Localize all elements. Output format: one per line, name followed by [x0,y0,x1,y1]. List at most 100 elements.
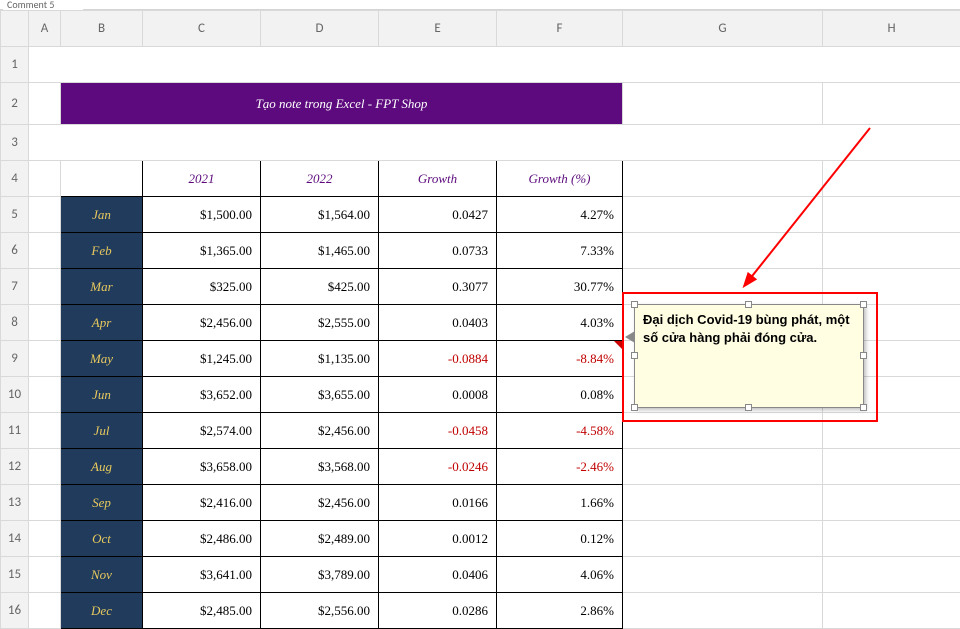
grid-row[interactable]: 7Mar$325.00$425.000.307730.77% [1,269,960,305]
cell[interactable] [823,269,960,305]
value-2022[interactable]: $2,489.00 [261,521,379,557]
value-growth[interactable]: 0.0733 [379,233,497,269]
value-2022[interactable]: $1,564.00 [261,197,379,233]
cell[interactable] [623,413,823,449]
value-2022[interactable]: $2,555.00 [261,305,379,341]
value-growth[interactable]: 0.0427 [379,197,497,233]
value-growth-pct[interactable]: 0.12% [497,521,623,557]
value-2022[interactable]: $425.00 [261,269,379,305]
resize-handle[interactable] [860,404,867,411]
cell[interactable] [623,521,823,557]
cell[interactable] [29,233,61,269]
month-cell[interactable]: Oct [61,521,143,557]
month-cell[interactable]: Jun [61,377,143,413]
value-growth[interactable]: 0.0012 [379,521,497,557]
row-header[interactable]: 14 [1,521,29,557]
value-growth[interactable]: 0.3077 [379,269,497,305]
row-header[interactable]: 13 [1,485,29,521]
value-2021[interactable]: $2,416.00 [143,485,261,521]
col-header[interactable]: F [497,11,623,47]
resize-handle[interactable] [631,301,638,308]
row-header[interactable]: 12 [1,449,29,485]
value-2021[interactable]: $2,486.00 [143,521,261,557]
col-header[interactable]: C [143,11,261,47]
cell[interactable] [29,521,61,557]
resize-handle[interactable] [860,352,867,359]
value-growth-pct[interactable]: -4.58% [497,413,623,449]
cell[interactable] [823,449,960,485]
value-growth-pct[interactable]: 0.08% [497,377,623,413]
grid-row[interactable]: 16Dec$2,485.00$2,556.000.02862.86% [1,593,960,629]
row-header[interactable]: 11 [1,413,29,449]
value-2022[interactable]: $1,135.00 [261,341,379,377]
month-cell[interactable]: Apr [61,305,143,341]
grid-row[interactable]: 11 Jul$2,574.00$2,456.00-0.0458-4.58% [1,413,960,449]
value-growth-pct[interactable]: -8.84% [497,341,623,377]
cell[interactable] [823,485,960,521]
cell[interactable] [29,125,960,161]
row-header[interactable]: 16 [1,593,29,629]
month-cell[interactable]: Dec [61,593,143,629]
cell[interactable] [29,593,61,629]
table-header-growth-pct[interactable]: Growth (%) [497,161,623,197]
cell[interactable] [623,197,823,233]
cell[interactable] [29,83,61,125]
value-growth[interactable]: 0.0403 [379,305,497,341]
cell[interactable] [29,449,61,485]
grid-row[interactable]: 3 [1,125,960,161]
resize-handle[interactable] [745,301,752,308]
cell[interactable] [29,485,61,521]
row-header[interactable]: 3 [1,125,29,161]
cell[interactable] [29,269,61,305]
value-growth-pct[interactable]: 1.66% [497,485,623,521]
grid-row[interactable]: 14 Oct$2,486.00$2,489.000.00120.12% [1,521,960,557]
col-header[interactable]: G [623,11,823,47]
cell[interactable] [29,161,61,197]
row-header[interactable]: 9 [1,341,29,377]
grid-row[interactable]: 5Jan$1,500.00$1,564.000.04274.27% [1,197,960,233]
value-2021[interactable]: $1,500.00 [143,197,261,233]
cell-comment-note[interactable]: Đại dịch Covid-19 bùng phát, một số cửa … [634,304,864,408]
value-2022[interactable]: $3,568.00 [261,449,379,485]
value-2022[interactable]: $2,456.00 [261,485,379,521]
value-2021[interactable]: $3,641.00 [143,557,261,593]
table-header-2022[interactable]: 2022 [261,161,379,197]
value-growth-pct[interactable]: 4.03% [497,305,623,341]
row-header[interactable]: 8 [1,305,29,341]
cell[interactable] [623,449,823,485]
value-2022[interactable]: $2,456.00 [261,413,379,449]
value-2021[interactable]: $1,365.00 [143,233,261,269]
grid-row[interactable]: 1 [1,47,960,83]
grid-row[interactable]: 2Tạo note trong Excel - FPT Shop [1,83,960,125]
row-header[interactable]: 7 [1,269,29,305]
grid-row[interactable]: 15Nov$3,641.00$3,789.000.04064.06% [1,557,960,593]
cell[interactable] [29,197,61,233]
row-header[interactable]: 15 [1,557,29,593]
value-growth-pct[interactable]: 7.33% [497,233,623,269]
month-cell[interactable]: Jul [61,413,143,449]
value-2022[interactable]: $3,655.00 [261,377,379,413]
col-header[interactable]: A [29,11,61,47]
cell[interactable] [823,83,960,125]
value-growth[interactable]: -0.0458 [379,413,497,449]
value-2021[interactable]: $2,574.00 [143,413,261,449]
cell[interactable] [29,557,61,593]
grid-row[interactable]: 12Aug$3,658.00$3,568.00-0.0246-2.46% [1,449,960,485]
resize-handle[interactable] [860,301,867,308]
row-header[interactable]: 1 [1,47,29,83]
grid-row[interactable]: 6Feb$1,365.00$1,465.000.07337.33% [1,233,960,269]
cell[interactable] [623,83,823,125]
col-header[interactable]: D [261,11,379,47]
cell[interactable] [61,161,143,197]
value-growth-pct[interactable]: 4.27% [497,197,623,233]
cell[interactable] [623,233,823,269]
value-2022[interactable]: $3,789.00 [261,557,379,593]
value-2021[interactable]: $2,456.00 [143,305,261,341]
cell[interactable] [29,341,61,377]
cell[interactable] [823,557,960,593]
cell[interactable] [29,47,960,83]
row-header[interactable]: 5 [1,197,29,233]
value-2021[interactable]: $325.00 [143,269,261,305]
value-growth-pct[interactable]: 4.06% [497,557,623,593]
cell[interactable] [29,377,61,413]
